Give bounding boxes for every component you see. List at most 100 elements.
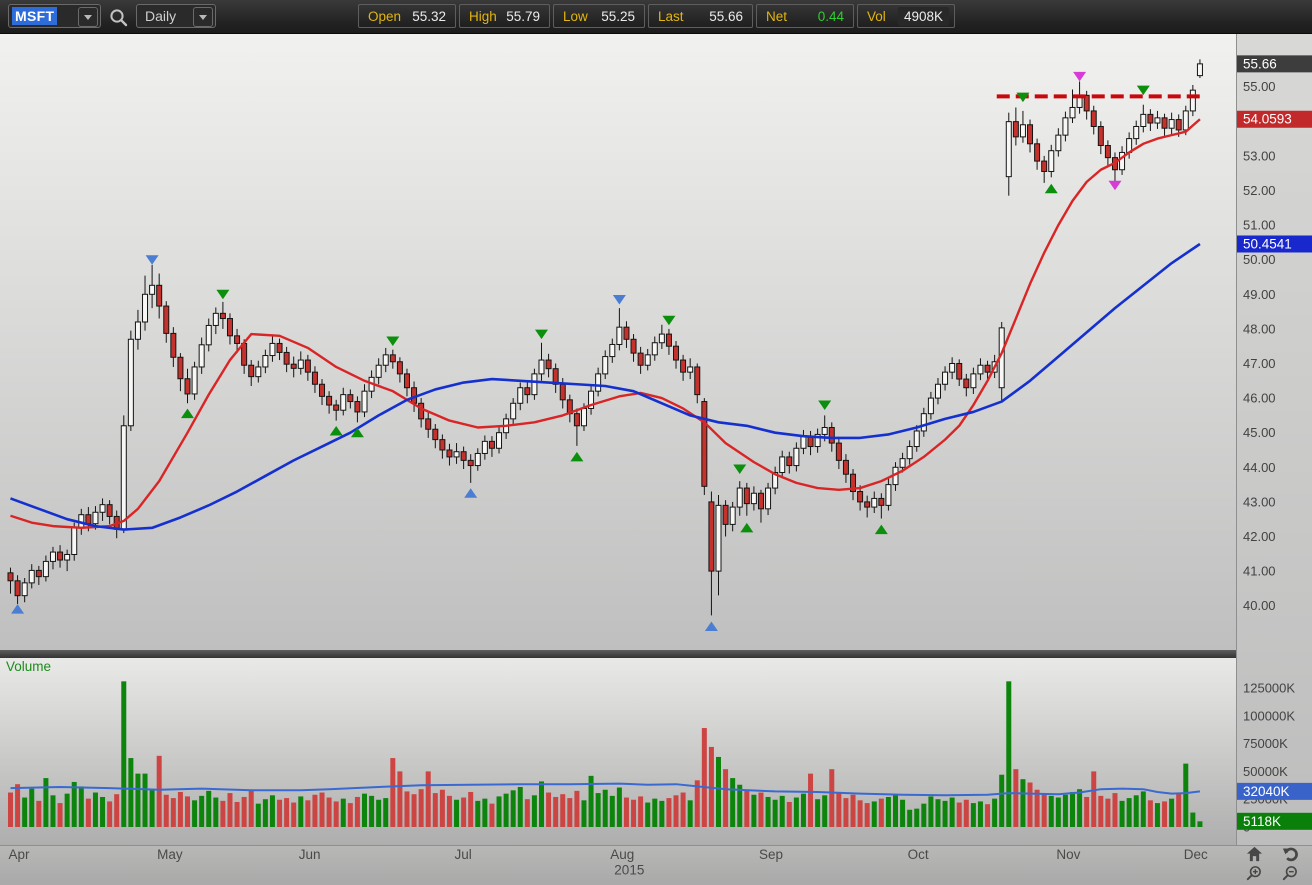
volume-bar [298, 796, 303, 827]
volume-bar [36, 801, 41, 827]
volume-bar [1056, 798, 1061, 827]
volume-bar [1063, 795, 1068, 827]
volume-bar [822, 795, 827, 827]
home-button[interactable] [1236, 845, 1272, 864]
candle-body [511, 403, 516, 419]
candle-body [702, 402, 707, 487]
volume-bar [624, 798, 629, 827]
price-axis-label: 53.00 [1243, 148, 1276, 163]
candle-body [822, 428, 827, 435]
volume-bar [404, 791, 409, 827]
candle-body [355, 402, 360, 412]
time-axis-background [0, 845, 1312, 885]
candle-body [341, 395, 346, 411]
volume-bar [610, 796, 615, 827]
candle-body [1141, 114, 1146, 126]
price-axis-label: 46.00 [1243, 391, 1276, 406]
candle-body [744, 488, 749, 504]
candle-body [886, 485, 891, 506]
volume-bar [766, 797, 771, 827]
candle-body [879, 498, 884, 505]
volume-bar [489, 804, 494, 827]
period-select[interactable]: Daily [136, 4, 216, 28]
candle-body [128, 339, 133, 426]
volume-bar [65, 794, 70, 827]
candle-body [1197, 64, 1202, 76]
volume-bar [1035, 790, 1040, 827]
volume-bar [199, 796, 204, 827]
volume-bar [666, 798, 671, 827]
volume-bar [631, 800, 636, 827]
candle-body [433, 429, 438, 439]
chevron-down-icon [199, 15, 207, 20]
undo-button[interactable] [1272, 845, 1308, 864]
symbol-text: MSFT [12, 7, 57, 25]
volume-bar [1183, 764, 1188, 827]
candle-body [121, 426, 126, 529]
candle-body [539, 360, 544, 374]
volume-bar [546, 793, 551, 827]
candle-body [1190, 90, 1195, 111]
volume-bar [787, 802, 792, 827]
zoom-in-button[interactable] [1236, 864, 1272, 883]
month-label: May [157, 847, 183, 862]
candle-body [638, 353, 643, 365]
candle-body [751, 493, 756, 503]
volume-bar [1112, 793, 1117, 827]
candle-body [29, 570, 34, 582]
candle-body [801, 436, 806, 448]
candle-body [674, 346, 679, 360]
candle-body [865, 502, 870, 507]
candle-body [426, 419, 431, 429]
candle-body [1070, 107, 1075, 117]
zoom-out-icon [1282, 865, 1298, 881]
candle-body [86, 515, 91, 524]
candle-body [971, 374, 976, 388]
volume-bar [603, 790, 608, 827]
volume-bar [744, 790, 749, 827]
volume-bar [900, 800, 905, 827]
volume-bar [93, 793, 98, 827]
candle-body [135, 322, 140, 339]
candle-body [1056, 135, 1061, 151]
volume-bar [114, 794, 119, 827]
candle-body [482, 441, 487, 453]
price-axis-label: 43.00 [1243, 494, 1276, 509]
period-dropdown-button[interactable] [193, 7, 213, 27]
toolbar: MSFT Daily Open 55.32 High 55.79 Low [0, 0, 1312, 34]
volume-bar [277, 800, 282, 827]
candle-body [1049, 151, 1054, 172]
volume-bar [1013, 769, 1018, 827]
candle-body [150, 285, 155, 294]
candle-body [227, 319, 232, 336]
candle-body [907, 447, 912, 459]
volume-bar [263, 799, 268, 827]
price-chart-svg[interactable]: 55.0054.0053.0052.0051.0050.0049.0048.00… [0, 0, 1312, 885]
candle-body [659, 334, 664, 343]
volume-bar [1134, 795, 1139, 827]
volume-bar [872, 801, 877, 827]
search-button[interactable] [107, 6, 129, 28]
volume-bar [865, 803, 870, 827]
volume-bar [751, 795, 756, 827]
symbol-input[interactable]: MSFT [8, 4, 101, 28]
symbol-dropdown-button[interactable] [78, 7, 98, 27]
candle-body [1169, 120, 1174, 129]
volume-bar [426, 771, 431, 827]
volume-bar [681, 793, 686, 827]
volume-bar [348, 803, 353, 827]
candle-body [22, 583, 27, 596]
candle-body [574, 414, 579, 426]
candle-body [1028, 125, 1033, 144]
candle-body [171, 333, 176, 357]
candle-body [291, 364, 296, 368]
zoom-out-button[interactable] [1272, 864, 1308, 883]
quote-net: Net 0.44 [756, 4, 854, 28]
volume-bar [150, 790, 155, 827]
price-axis-label: 45.00 [1243, 425, 1276, 440]
candle-body [397, 362, 402, 374]
candle-body [829, 428, 834, 444]
volume-bar [858, 800, 863, 827]
volume-bar [935, 799, 940, 827]
volume-bar [851, 795, 856, 827]
